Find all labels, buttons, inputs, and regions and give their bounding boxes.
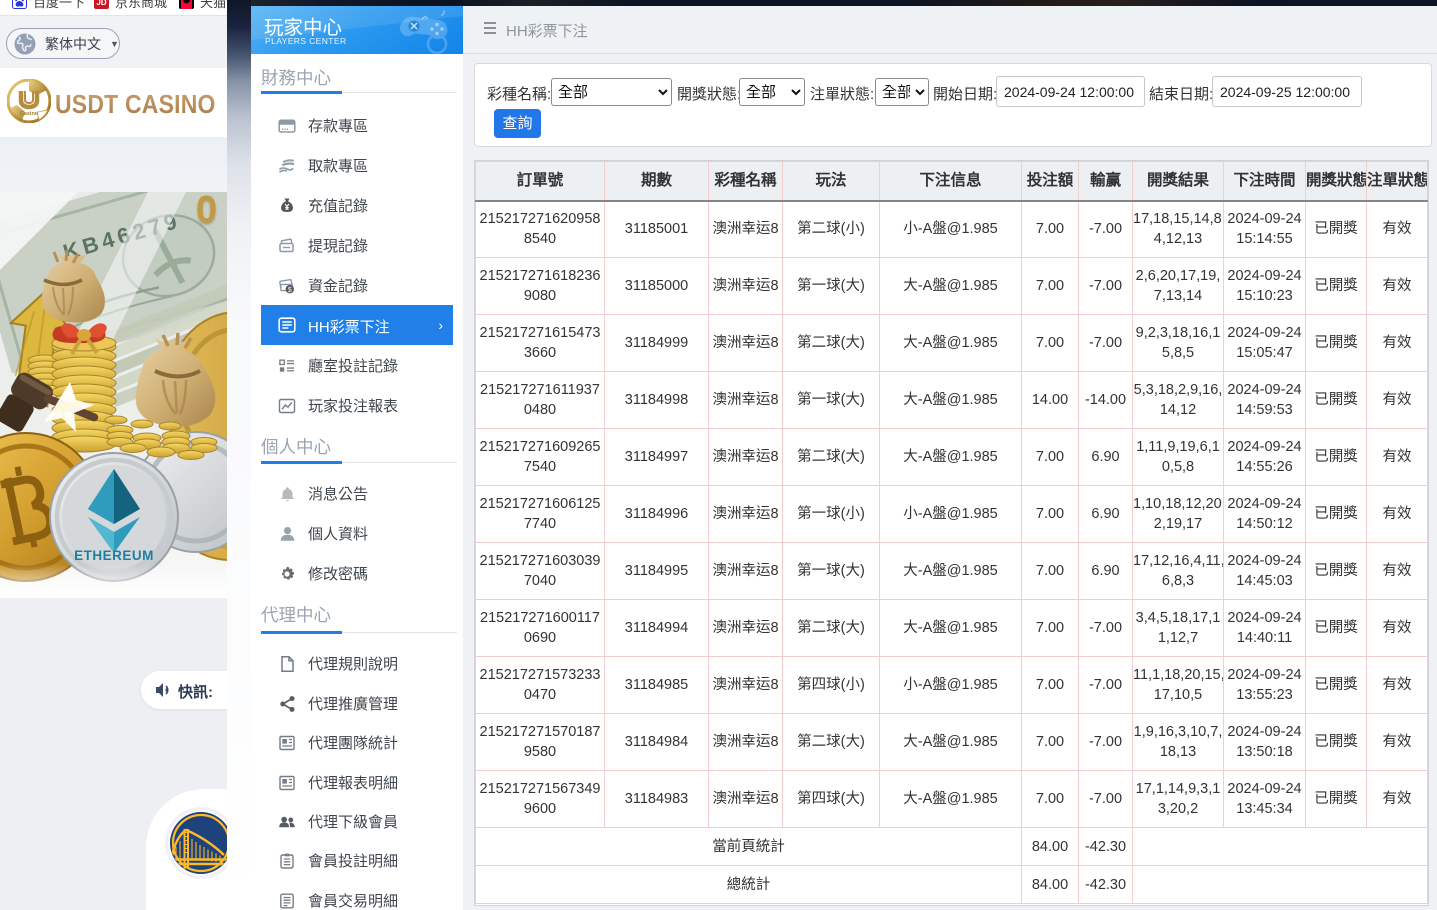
svg-text:JD: JD	[96, 0, 106, 7]
svg-text:Casino: Casino	[20, 111, 39, 117]
svg-text:ETHEREUM: ETHEREUM	[74, 548, 154, 563]
svg-text:$: $	[288, 286, 292, 293]
